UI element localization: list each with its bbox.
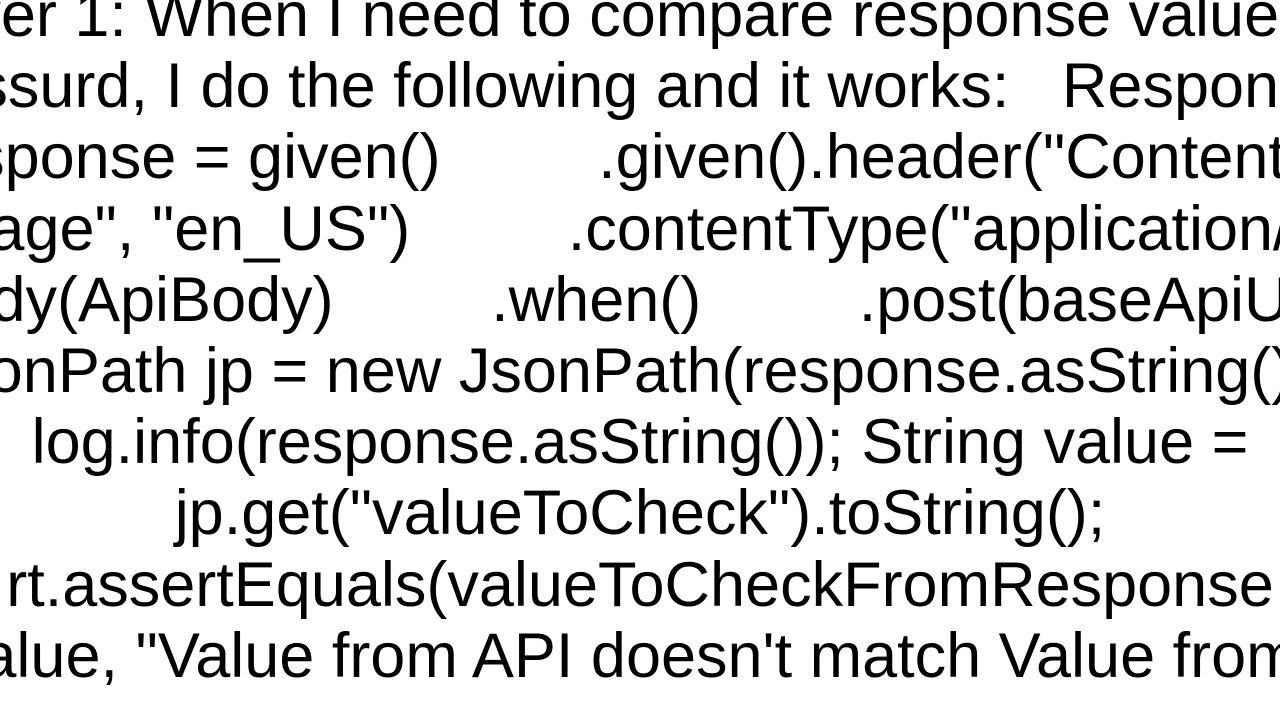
document-text: ver 1: When I need to compare response v… [0, 0, 1280, 692]
text-line-10: alue, "Value from API doesn't match Valu… [0, 621, 1280, 691]
text-line-8: jp.get("valueToCheck").toString(); [175, 478, 1106, 548]
text-line-4: age", "en_US") .contentType("application… [0, 194, 1280, 264]
text-line-5: dy(ApiBody) .when() .post(baseApiU [0, 265, 1280, 335]
text-line-1: ver 1: When I need to compare response v… [0, 0, 1280, 50]
text-line-9: rt.assertEquals(valueToCheckFromResponse [6, 550, 1274, 620]
text-line-2: Assurd, I do the following and it works:… [0, 51, 1280, 121]
text-line-3: sponse = given() .given().header("Conten… [0, 122, 1280, 192]
text-line-7: log.info(response.asString()); String va… [32, 407, 1249, 477]
text-line-6: onPath jp = new JsonPath(response.asStri… [0, 336, 1280, 406]
